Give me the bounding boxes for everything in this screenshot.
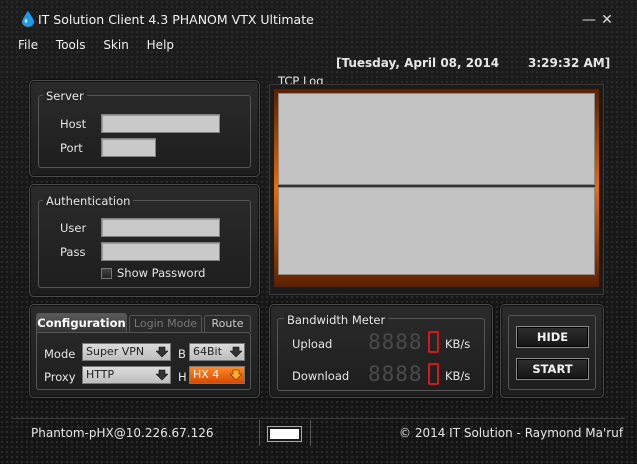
port-input[interactable] [101, 138, 156, 157]
window-title: IT Solution Client 4.3 PHANOM VTX Ultima… [38, 12, 314, 27]
status-copyright: © 2014 IT Solution - Raymond Ma'ruf [399, 426, 624, 440]
config-panel: Configuration Login Mode Route Mode Supe… [29, 304, 260, 398]
menu-skin[interactable]: Skin [103, 38, 129, 52]
menu-bar: File Tools Skin Help [18, 38, 188, 54]
app-window: IT Solution Client 4.3 PHANOM VTX Ultima… [0, 0, 637, 464]
download-label: Download [292, 369, 350, 383]
tab-login-mode[interactable]: Login Mode [129, 315, 202, 332]
app-drop-icon [22, 11, 34, 27]
tcp-log-area-top[interactable] [278, 93, 595, 185]
mode-label: Mode [44, 347, 76, 361]
download-digits: 8888 [368, 362, 423, 386]
show-password-label: Show Password [117, 266, 206, 280]
auth-legend: Authentication [43, 194, 134, 208]
h-label: H [178, 370, 187, 384]
status-user: Phantom-pHX@10.226.67.126 [31, 426, 214, 440]
actions-panel: HIDE START [500, 304, 604, 398]
host-input[interactable] [101, 114, 220, 133]
pass-label: Pass [60, 245, 86, 259]
menu-file[interactable]: File [18, 38, 38, 52]
time-display: 3:29:32 AM] [528, 56, 611, 70]
title-bar[interactable]: IT Solution Client 4.3 PHANOM VTX Ultima… [0, 0, 637, 34]
chevron-down-icon [156, 369, 168, 381]
status-sep-right [310, 420, 311, 446]
proxy-value: HTTP [86, 368, 115, 381]
upload-label: Upload [292, 337, 333, 351]
user-label: User [60, 221, 87, 235]
upload-unit: KB/s [445, 337, 471, 351]
hx-select[interactable]: HX 4 [189, 366, 245, 384]
date-display: [Tuesday, April 08, 2014 [336, 56, 500, 70]
tcp-log-frame [269, 84, 604, 295]
bandwidth-legend: Bandwidth Meter [284, 313, 389, 327]
start-button[interactable]: START [516, 358, 589, 380]
bit-select[interactable]: 64Bit [189, 343, 245, 361]
tab-configuration[interactable]: Configuration [36, 313, 127, 332]
bandwidth-panel: Bandwidth Meter Upload 8888 KB/s Downloa… [269, 304, 493, 398]
server-panel: Server Host Port [29, 80, 260, 177]
show-password-checkbox[interactable] [101, 268, 112, 279]
auth-panel: Authentication User Pass Show Password [29, 184, 260, 297]
status-sep-left [259, 420, 260, 446]
pass-input[interactable] [101, 242, 220, 261]
server-legend: Server [43, 89, 87, 103]
tab-route[interactable]: Route [204, 315, 251, 332]
close-button[interactable]: ✕ [598, 12, 616, 28]
user-input[interactable] [101, 218, 220, 237]
download-unit: KB/s [445, 369, 471, 383]
b-label: B [178, 347, 186, 361]
menu-tools[interactable]: Tools [56, 38, 86, 52]
minimize-button[interactable]: — [580, 12, 598, 28]
status-indicator [268, 427, 301, 441]
hide-button[interactable]: HIDE [516, 326, 589, 348]
chevron-down-icon [230, 346, 242, 358]
bit-value: 64Bit [193, 345, 222, 358]
proxy-label: Proxy [44, 370, 76, 384]
menu-help[interactable]: Help [147, 38, 174, 52]
upload-digit-red [428, 331, 439, 353]
mode-select[interactable]: Super VPN [82, 343, 171, 361]
chevron-down-icon [230, 369, 242, 381]
proxy-select[interactable]: HTTP [82, 366, 171, 384]
tcp-log-area-bottom[interactable] [278, 187, 595, 275]
download-digit-red [428, 363, 439, 385]
chevron-down-icon [156, 346, 168, 358]
port-label: Port [60, 141, 83, 155]
mode-value: Super VPN [86, 345, 145, 358]
upload-digits: 8888 [368, 330, 423, 354]
host-label: Host [60, 117, 87, 131]
status-divider [12, 418, 625, 419]
hx-value: HX 4 [193, 368, 220, 381]
